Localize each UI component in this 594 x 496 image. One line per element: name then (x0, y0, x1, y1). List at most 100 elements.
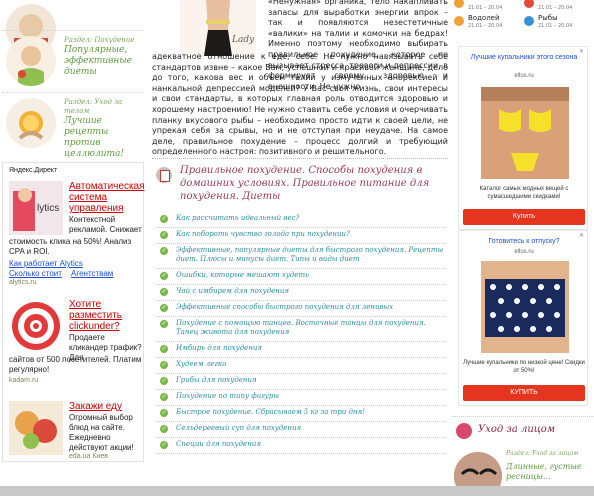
zodiac-icon (524, 0, 534, 8)
post-title[interactable]: Популярные, эффективные диеты (64, 45, 144, 78)
promo-caption: Каталог самых модных вещей с сумасшедшим… (479, 186, 569, 200)
article-link[interactable]: ✓ Быстрое похудение. Сбрасываем 5 кг за т… (156, 406, 446, 422)
zodiac-item-pisces[interactable]: Рыбы 21.01 – 20.04 (524, 14, 594, 32)
zodiac-dates: 21.01 – 20.04 (468, 5, 503, 11)
promo-source[interactable]: ellos.ru (459, 249, 589, 255)
check-icon: ✓ (160, 425, 168, 433)
article-link[interactable]: ✓ Как рассчитать идеальный вес? (156, 212, 446, 228)
article-link[interactable]: ✓ Похудение по типу фигуры (156, 390, 446, 406)
ad-domain[interactable]: kadam.ru (9, 377, 38, 384)
promo-title[interactable]: Готовитесь к отпуску? (463, 237, 585, 246)
notepad-icon (156, 167, 172, 183)
post-thumbnail[interactable] (6, 98, 56, 148)
check-icon: ✓ (160, 393, 168, 401)
article-link[interactable]: ✓ Сельдереевый суп для похудения (156, 422, 446, 438)
ad-body: Контекстной рекламой. Снижает (69, 215, 142, 234)
check-icon: ✓ (160, 231, 168, 239)
buy-button[interactable]: КУПИТЬ (463, 385, 585, 401)
aquarius-icon (454, 16, 464, 26)
article-body-text: адекватное отношение к еде, себе. Не нуж… (152, 52, 448, 157)
article-link[interactable]: ✓ Имбирь для похудения (156, 342, 446, 358)
article-link[interactable]: ✓ Специи для похудения (156, 438, 446, 454)
check-icon: ✓ (160, 272, 168, 280)
post-category[interactable]: Раздел: Уход за телом (64, 98, 144, 116)
check-icon: ✓ (160, 361, 168, 369)
horoscope-widget: 21.01 – 20.04 21.01 – 20.04 Водолей 21.0… (452, 0, 594, 40)
ad-link[interactable]: Как работает Alytics (9, 259, 83, 268)
promo-caption: Лучшие купальники по низкой цене! Скидки… (463, 360, 585, 374)
article-link[interactable]: ✓ Грибы для похудения (156, 374, 446, 390)
section-heading-face-care: Уход за лицом (452, 416, 594, 444)
main-content: Lady «Ненужная» органика, тело накаплива… (150, 0, 450, 496)
article-link[interactable]: ✓ Чай с имбирем для похудения (156, 285, 446, 301)
section-title[interactable]: Уход за лицом (478, 424, 555, 435)
check-icon: ✓ (160, 377, 168, 385)
ad-domain[interactable]: eda.ua Киев (69, 453, 108, 460)
post-title[interactable]: Длинные, густые ресницы... (506, 462, 594, 482)
article-link[interactable]: ✓ Эффективные способы быстрого похудения … (156, 301, 446, 317)
zodiac-dates: 21.01 – 20.04 (468, 23, 503, 29)
promo-source[interactable]: ellos.ru (459, 73, 589, 79)
ad-alytics[interactable]: lytics Автоматическая система управления… (9, 181, 145, 268)
promo-swimsuits[interactable]: ✕ Лучшие купальники этого сезона ellos.r… (458, 46, 588, 230)
left-post-cellulite[interactable]: Раздел: Уход за телом Лучшие рецепты про… (2, 94, 144, 159)
promo-vacation[interactable]: ✕ Готовитесь к отпуску? ellos.ru Лучшие … (458, 230, 588, 406)
article-link[interactable]: ✓ Как побороть чувство голода при похуден… (156, 228, 446, 244)
article-link[interactable]: ✓ Эффективные, популярные диеты для быстр… (156, 244, 446, 269)
check-icon: ✓ (160, 304, 168, 312)
zodiac-item[interactable]: 21.01 – 20.04 (524, 0, 594, 14)
article-link[interactable]: ✓ Похудение с помощью танцев. Восточные т… (156, 317, 446, 342)
article-link[interactable]: ✓ Худеем легко (156, 358, 446, 374)
ad-link[interactable]: Агентствам (71, 269, 113, 278)
promo-image[interactable] (481, 87, 569, 179)
zodiac-name: Водолей (468, 14, 500, 22)
check-icon: ✓ (160, 215, 168, 223)
yandex-direct-block: Яндекс.Директ lytics Автоматическая сист… (2, 162, 145, 462)
post-title[interactable]: Лучшие рецепты против целлюлита! (64, 116, 144, 160)
ad-body-full: стоимость клика на 50%! Анализ CPA и ROI… (9, 237, 132, 256)
post-category[interactable]: Раздел: Похудение (64, 36, 144, 45)
yandex-direct-header[interactable]: Яндекс.Директ (9, 167, 57, 174)
post-category[interactable]: Раздел: Уход за лицом (506, 450, 578, 457)
ad-alytics-links: Сколько стоит Агентствам alytics.ru (9, 269, 141, 289)
hero-image: Lady (180, 0, 256, 56)
divider (2, 30, 144, 31)
ad-food-image[interactable] (9, 401, 63, 455)
face-care-icon (456, 423, 472, 439)
ad-domain[interactable]: alytics.ru (9, 279, 37, 286)
ad-target-image[interactable] (9, 299, 63, 353)
hero-logo: Lady (231, 35, 255, 45)
ad-link[interactable]: Сколько стоит (9, 269, 62, 278)
check-icon: ✓ (160, 288, 168, 296)
ad-kadam[interactable]: Хотите разместить clickunder? Продаете к… (9, 299, 143, 384)
horizontal-scrollbar[interactable] (0, 486, 594, 496)
ad-image[interactable]: lytics (9, 181, 63, 235)
check-icon: ✓ (160, 320, 168, 328)
zodiac-name: Рыбы (538, 14, 558, 22)
check-icon: ✓ (160, 441, 168, 449)
ad-body: Огромный выбор блюд на сайте. Ежедневно … (69, 413, 134, 452)
promo-image[interactable] (481, 261, 569, 353)
left-post-diets[interactable]: Раздел: Похудение Популярные, эффективны… (2, 32, 144, 92)
left-sidebar: Раздел: Похудение Популярные, эффективны… (0, 0, 146, 496)
ad-headline[interactable]: Хотите разместить clickunder? (69, 299, 143, 332)
check-icon: ✓ (160, 345, 168, 353)
divider (152, 158, 448, 159)
article-link[interactable]: ✓ Ошибки, которые мешают худеть (156, 269, 446, 285)
check-icon: ✓ (160, 409, 168, 417)
buy-button[interactable]: Купить (463, 209, 585, 225)
promo-title[interactable]: Лучшие купальники этого сезона (463, 53, 585, 62)
zodiac-item[interactable]: 21.01 – 20.04 (454, 0, 524, 14)
section-title: Правильное похудение. Способы похудения … (180, 165, 430, 202)
svg-text:lytics: lytics (37, 203, 59, 214)
check-icon: ✓ (160, 247, 168, 255)
pisces-icon (524, 16, 534, 26)
ad-headline[interactable]: Автоматическая система управления (69, 181, 145, 214)
divider (2, 92, 144, 93)
zodiac-item-aquarius[interactable]: Водолей 21.01 – 20.04 (454, 14, 524, 32)
ad-body-full: сайтов от 500 посетителей. Платим регуля… (9, 355, 142, 374)
post-thumbnail[interactable] (6, 36, 56, 86)
ad-eda[interactable]: Закажи еду Огромный выбор блюд на сайте.… (9, 401, 143, 460)
right-sidebar: 21.01 – 20.04 21.01 – 20.04 Водолей 21.0… (452, 0, 594, 496)
ad-headline[interactable]: Закажи еду (69, 401, 143, 412)
